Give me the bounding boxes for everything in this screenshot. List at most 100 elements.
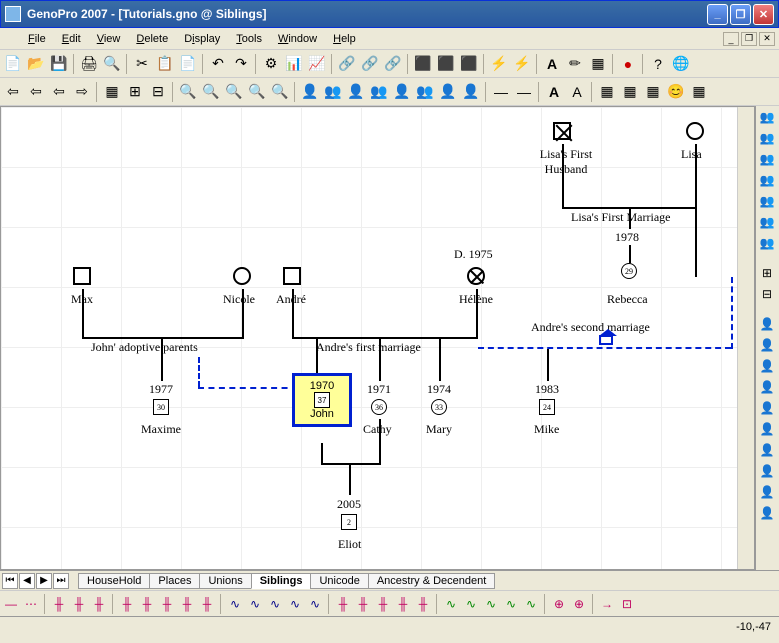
copy-icon[interactable]: 📋: [154, 53, 176, 75]
zoom-icon[interactable]: 🔍: [269, 81, 291, 103]
menu-file[interactable]: File: [20, 31, 54, 47]
side-tool-icon[interactable]: 👤: [757, 314, 777, 334]
close-button[interactable]: ✕: [753, 4, 774, 25]
tab-nav-last[interactable]: ⏭: [53, 573, 69, 589]
link-icon[interactable]: —: [513, 81, 535, 103]
tool-icon[interactable]: 📊: [283, 53, 305, 75]
rel-icon[interactable]: ╫: [158, 595, 176, 613]
side-tool-icon[interactable]: 👥: [757, 191, 777, 211]
tool-icon[interactable]: ▦: [587, 53, 609, 75]
rel-icon[interactable]: ∿: [226, 595, 244, 613]
layout-icon[interactable]: ⊟: [147, 81, 169, 103]
nav-icon[interactable]: ⇨: [71, 81, 93, 103]
person-icon[interactable]: 👥: [414, 81, 436, 103]
rel-icon[interactable]: ∿: [502, 595, 520, 613]
side-tool-icon[interactable]: 👥: [757, 107, 777, 127]
rel-icon[interactable]: ╫: [70, 595, 88, 613]
menu-window[interactable]: Window: [270, 31, 325, 47]
rel-icon[interactable]: ╫: [414, 595, 432, 613]
rel-icon[interactable]: ╫: [90, 595, 108, 613]
side-tool-icon[interactable]: 👥: [757, 233, 777, 253]
record-icon[interactable]: ●: [617, 53, 639, 75]
cut-icon[interactable]: ✂: [131, 53, 153, 75]
tool-icon[interactable]: 📈: [306, 53, 328, 75]
menu-delete[interactable]: Delete: [128, 31, 176, 47]
side-tool-icon[interactable]: ⊟: [757, 284, 777, 304]
tab-siblings[interactable]: Siblings: [251, 573, 312, 589]
rel-icon[interactable]: ∿: [286, 595, 304, 613]
tab-ancestry[interactable]: Ancestry & Decendent: [368, 573, 495, 589]
redo-icon[interactable]: ↷: [230, 53, 252, 75]
menu-help[interactable]: Help: [325, 31, 364, 47]
rel-icon[interactable]: ╫: [354, 595, 372, 613]
nav-icon[interactable]: ⇦: [25, 81, 47, 103]
zoom-icon[interactable]: 🔍: [200, 81, 222, 103]
rel-icon[interactable]: ∿: [442, 595, 460, 613]
globe-icon[interactable]: 🌐: [670, 53, 692, 75]
side-tool-icon[interactable]: ⊞: [757, 263, 777, 283]
tool-icon[interactable]: ⬛: [458, 53, 480, 75]
smiley-icon[interactable]: 😊: [665, 81, 687, 103]
side-tool-icon[interactable]: 👤: [757, 482, 777, 502]
undo-icon[interactable]: ↶: [207, 53, 229, 75]
tool-icon[interactable]: ⬛: [412, 53, 434, 75]
menu-edit[interactable]: Edit: [54, 31, 89, 47]
person-lisa-husband[interactable]: [553, 122, 571, 140]
rel-icon[interactable]: ⊕: [550, 595, 568, 613]
paste-icon[interactable]: 📄: [177, 53, 199, 75]
rel-icon[interactable]: ∿: [522, 595, 540, 613]
print-icon[interactable]: 🖨: [78, 53, 100, 75]
person-helene[interactable]: [467, 267, 485, 285]
rel-icon[interactable]: ╫: [374, 595, 392, 613]
person-maxime[interactable]: 30: [153, 399, 169, 415]
rel-icon[interactable]: —: [2, 595, 20, 613]
person-lisa[interactable]: [686, 122, 704, 140]
zoom-icon[interactable]: 🔍: [177, 81, 199, 103]
grid-icon[interactable]: ▦: [101, 81, 123, 103]
nav-icon[interactable]: ⇦: [48, 81, 70, 103]
color-icon[interactable]: ▦: [619, 81, 641, 103]
text-icon[interactable]: A: [541, 53, 563, 75]
tool-icon[interactable]: ⬛: [435, 53, 457, 75]
person-mike[interactable]: 24: [539, 399, 555, 415]
canvas-workspace[interactable]: Lisa's FirstHusband Lisa Lisa's First Ma…: [0, 106, 755, 570]
save-icon[interactable]: 💾: [48, 53, 70, 75]
tab-unions[interactable]: Unions: [199, 573, 251, 589]
side-tool-icon[interactable]: 👤: [757, 461, 777, 481]
person-icon[interactable]: 👤: [437, 81, 459, 103]
person-icon[interactable]: 👤: [460, 81, 482, 103]
rel-icon[interactable]: ╫: [50, 595, 68, 613]
color-icon[interactable]: ▦: [688, 81, 710, 103]
menu-tools[interactable]: Tools: [228, 31, 270, 47]
rel-icon[interactable]: ∿: [266, 595, 284, 613]
side-tool-icon[interactable]: 👤: [757, 398, 777, 418]
link-icon[interactable]: —: [490, 81, 512, 103]
tool-icon[interactable]: ⚡: [511, 53, 533, 75]
side-tool-icon[interactable]: 👥: [757, 212, 777, 232]
person-andre[interactable]: [283, 267, 301, 285]
rel-icon[interactable]: ╫: [138, 595, 156, 613]
person-icon[interactable]: 👤: [299, 81, 321, 103]
person-max[interactable]: [73, 267, 91, 285]
font-icon[interactable]: A: [566, 81, 588, 103]
side-tool-icon[interactable]: 👤: [757, 356, 777, 376]
rel-icon[interactable]: ∿: [246, 595, 264, 613]
nav-icon[interactable]: ⇦: [2, 81, 24, 103]
side-tool-icon[interactable]: 👤: [757, 440, 777, 460]
side-tool-icon[interactable]: 👤: [757, 419, 777, 439]
rel-icon[interactable]: ⊡: [618, 595, 636, 613]
menu-display[interactable]: Display: [176, 31, 228, 47]
minimize-button[interactable]: _: [707, 4, 728, 25]
person-cathy[interactable]: 36: [371, 399, 387, 415]
rel-icon[interactable]: →: [598, 595, 616, 613]
tool-icon[interactable]: 🔗: [382, 53, 404, 75]
side-tool-icon[interactable]: 👤: [757, 377, 777, 397]
person-icon[interactable]: 👤: [391, 81, 413, 103]
tab-nav-next[interactable]: ▶: [36, 573, 52, 589]
scrollbar-vertical[interactable]: [737, 107, 754, 569]
rel-icon[interactable]: ∿: [306, 595, 324, 613]
side-tool-icon[interactable]: 👤: [757, 503, 777, 523]
rel-icon[interactable]: ╫: [198, 595, 216, 613]
color-icon[interactable]: ▦: [642, 81, 664, 103]
person-icon[interactable]: 👥: [322, 81, 344, 103]
